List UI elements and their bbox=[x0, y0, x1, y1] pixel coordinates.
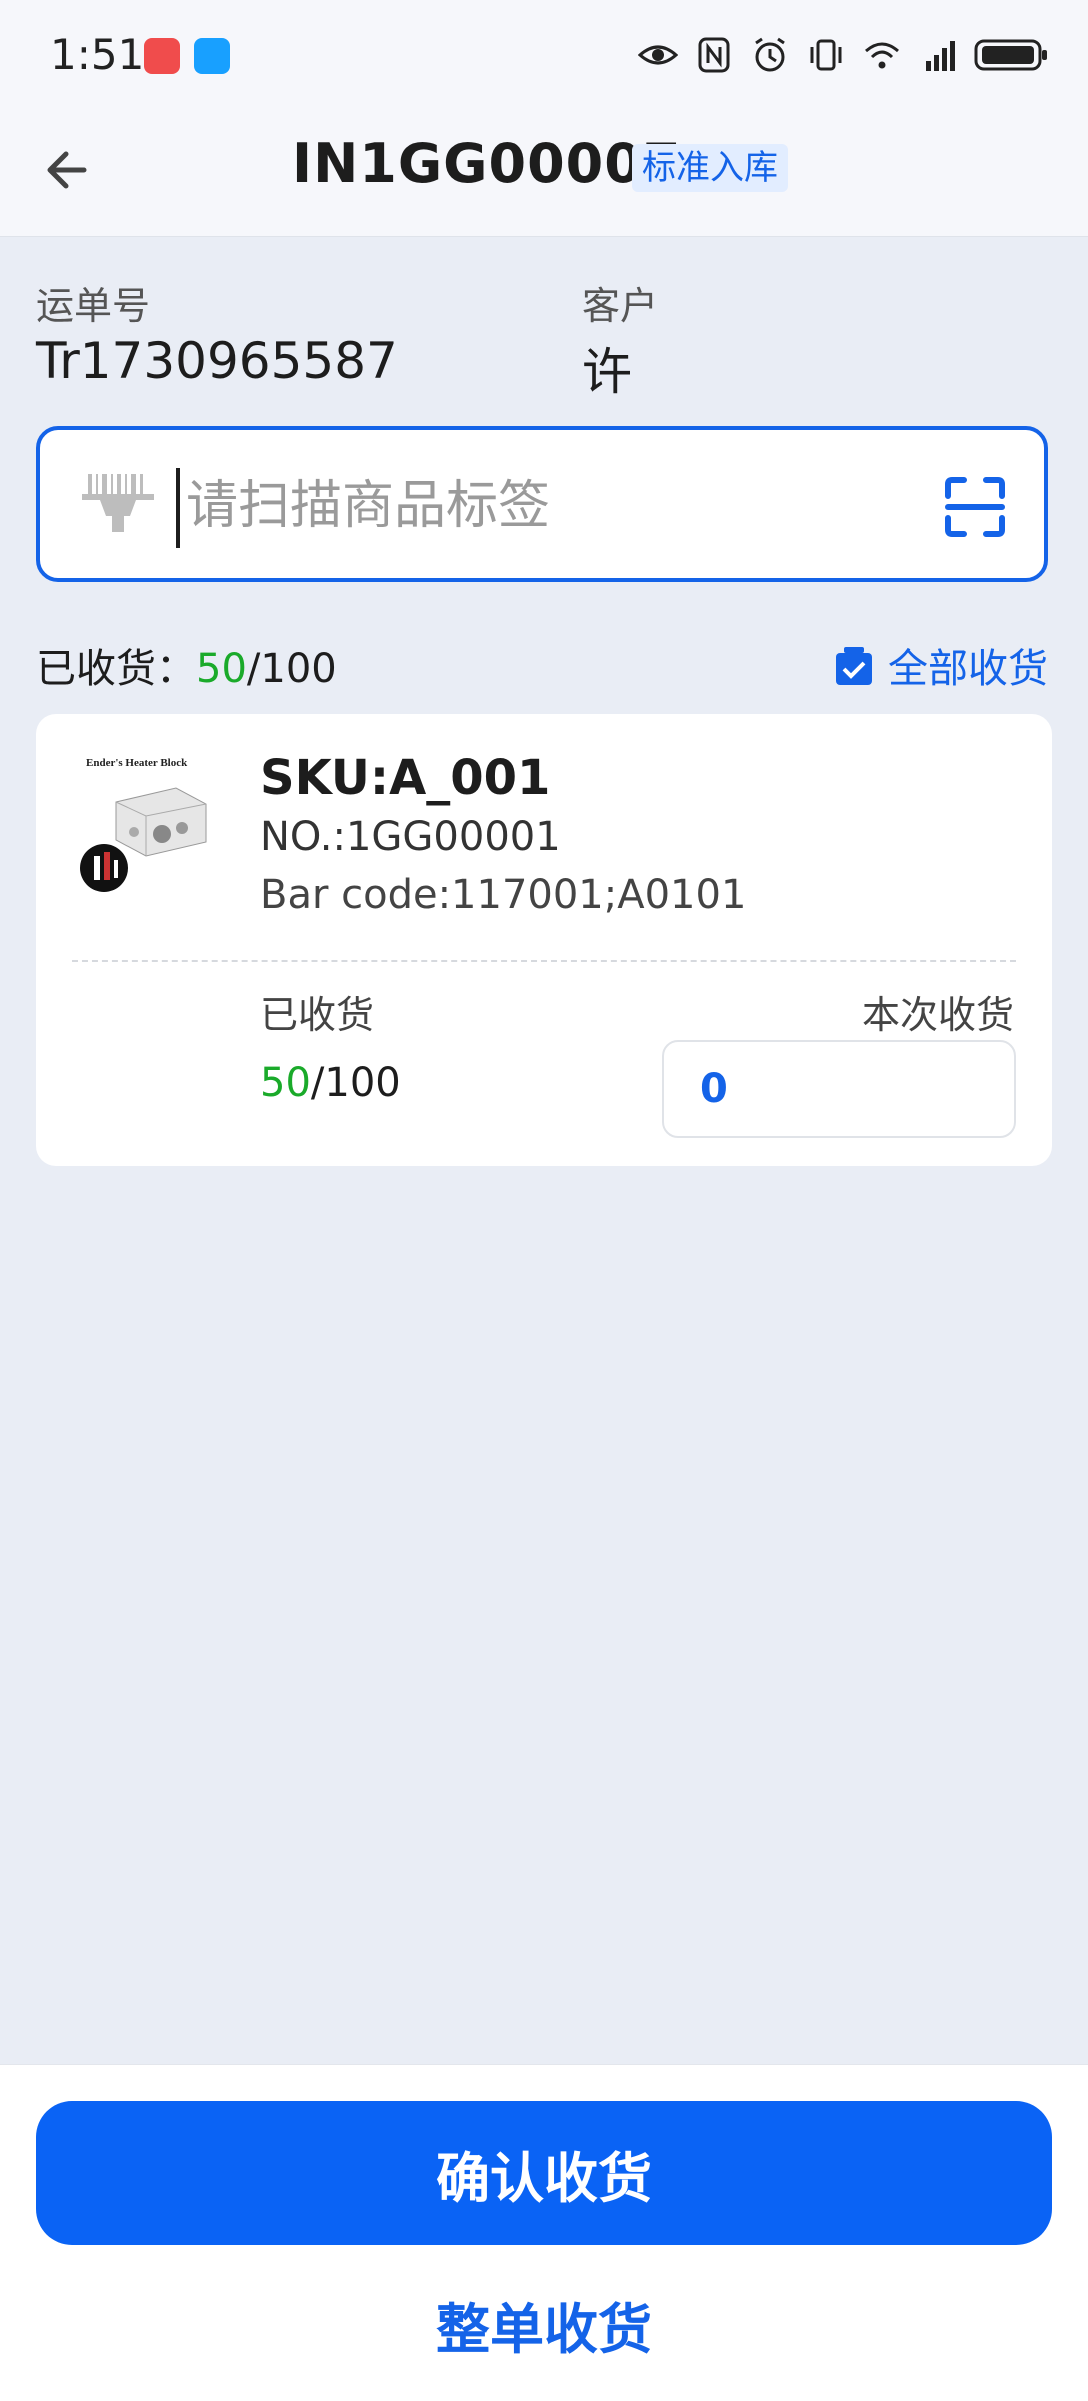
cloud-app-icon bbox=[194, 38, 230, 74]
receive-all-label: 全部收货 bbox=[888, 646, 1048, 692]
status-bar: 1:51 bbox=[0, 0, 1088, 110]
item-card: Ender's Heater Block SKU:A_001 NO.:1GG00… bbox=[36, 714, 1052, 1166]
thumb-title: Ender's Heater Block bbox=[86, 757, 188, 769]
clipboard-check-icon bbox=[836, 647, 872, 685]
confirm-receive-button[interactable]: 确认收货 bbox=[36, 2101, 1052, 2245]
card-divider bbox=[72, 960, 1016, 962]
text-caret bbox=[176, 468, 180, 548]
received-summary-label: 已收货： bbox=[36, 646, 196, 692]
current-receive-input[interactable] bbox=[662, 1040, 1016, 1138]
wifi-icon bbox=[862, 35, 902, 75]
customer-value: 许 bbox=[582, 343, 632, 401]
order-type-badge: 标准入库 bbox=[632, 144, 788, 192]
app-header: IN1GG00007 标准入库 bbox=[0, 110, 1088, 237]
signal-4g-icon bbox=[918, 35, 958, 75]
current-receive-label: 本次收货 bbox=[861, 993, 1014, 1037]
received-total: /100 bbox=[246, 646, 337, 692]
item-received-value: 50/100 bbox=[260, 1060, 401, 1106]
status-time: 1:51 bbox=[50, 30, 145, 79]
scan-icon[interactable] bbox=[944, 476, 1006, 538]
barcode-scanner-icon bbox=[82, 470, 154, 540]
item-number: NO.:1GG00001 bbox=[260, 814, 561, 860]
scan-input[interactable] bbox=[184, 460, 888, 552]
receive-all-button[interactable]: 全部收货 bbox=[832, 636, 1048, 694]
received-summary: 已收货：50/100 bbox=[36, 636, 337, 694]
received-count: 50 bbox=[196, 646, 247, 692]
item-received-count: 50 bbox=[260, 1060, 311, 1106]
item-sku: SKU:A_001 bbox=[260, 750, 551, 806]
waybill-label: 运单号 bbox=[36, 284, 151, 328]
product-thumbnail: Ender's Heater Block bbox=[76, 752, 226, 902]
whole-order-receive-button[interactable]: 整单收货 bbox=[0, 2285, 1088, 2364]
customer-label: 客户 bbox=[582, 284, 659, 328]
status-icons bbox=[637, 30, 1050, 80]
item-received-label: 已收货 bbox=[260, 993, 375, 1037]
scan-field[interactable] bbox=[36, 426, 1048, 582]
battery-icon bbox=[974, 35, 1050, 75]
item-received-total: /100 bbox=[310, 1060, 401, 1106]
page-title: IN1GG00007 bbox=[292, 132, 682, 195]
vibrate-icon bbox=[806, 35, 846, 75]
item-barcode: Bar code:117001;A0101 bbox=[260, 872, 747, 918]
waybill-value: Tr1730965587 bbox=[36, 332, 398, 390]
huawei-app-icon bbox=[144, 38, 180, 74]
nfc-icon bbox=[694, 35, 734, 75]
back-icon[interactable] bbox=[40, 140, 100, 200]
footer: 确认收货 整单收货 bbox=[0, 2064, 1088, 2401]
alarm-icon bbox=[750, 35, 790, 75]
eye-icon bbox=[637, 35, 679, 75]
